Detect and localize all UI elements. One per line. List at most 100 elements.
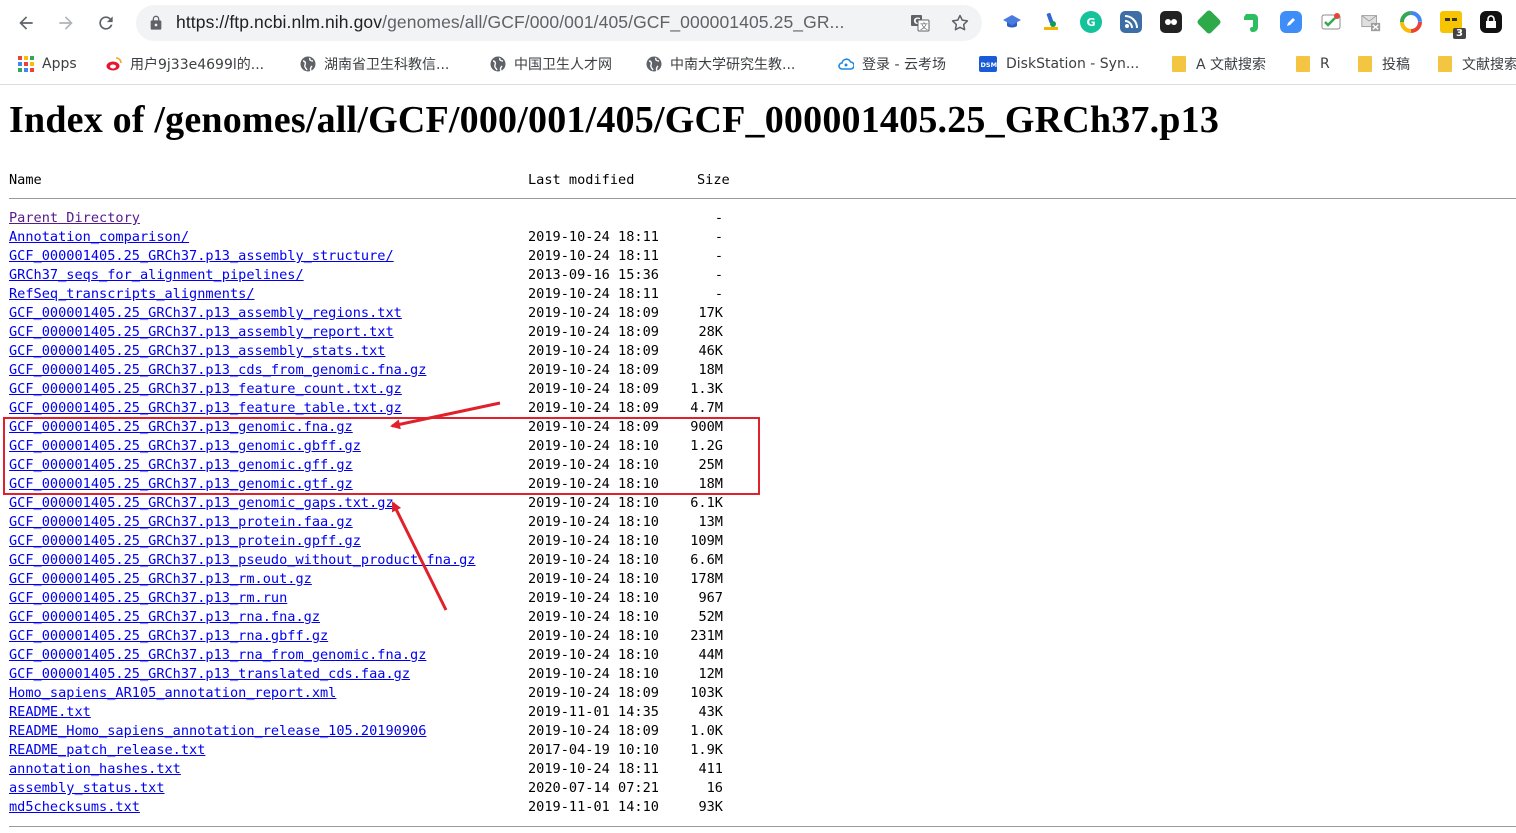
page-content: Index of /genomes/all/GCF/000/001/405/GC… [0,86,1516,833]
file-link[interactable]: annotation_hashes.txt [9,761,181,777]
bookmark-diskstation[interactable]: DSM DiskStation - Syn... [978,52,1139,76]
translate-icon[interactable]: G文 [910,13,930,33]
bookmark-folder-literature[interactable]: 文献搜索 [1438,52,1516,76]
bookmark-folder-submission[interactable]: 投稿 [1358,52,1410,76]
microscope-icon[interactable] [1040,11,1062,33]
size-cell: 6.6M [690,552,723,568]
file-link[interactable]: GCF_000001405.25_GRCh37.p13_rna.gbff.gz [9,628,328,644]
file-link[interactable]: Parent Directory [9,210,140,226]
file-link[interactable]: README.txt [9,704,91,720]
listing-row: GCF_000001405.25_GRCh37.p13_assembly_rep… [9,324,723,343]
evernote-icon[interactable] [1240,11,1262,33]
back-button[interactable] [12,9,40,37]
file-link[interactable]: assembly_status.txt [9,780,165,796]
last-modified-cell: 2019-10-24 18:09 [528,723,659,739]
bookmark-hunan-health[interactable]: 湖南省卫生科教信... [300,52,449,76]
bookmark-label: 投稿 [1382,57,1410,73]
bookmark-label: DiskStation - Syn... [1006,56,1140,72]
file-link[interactable]: GCF_000001405.25_GRCh37.p13_rna_from_gen… [9,647,426,663]
svg-text:文: 文 [920,21,928,31]
mail-disabled-icon[interactable] [1360,11,1382,33]
edit-note-icon[interactable] [1280,11,1302,33]
last-modified-cell: 2019-10-24 18:09 [528,362,659,378]
star-bookmark-icon[interactable] [950,13,970,33]
file-link[interactable]: README_Homo_sapiens_annotation_release_1… [9,723,426,739]
bookmark-label: 湖南省卫生科教信... [324,57,450,73]
folder-icon [1438,56,1452,72]
checklist-icon[interactable] [1320,11,1342,33]
globe-icon [490,56,506,72]
listing-row: assembly_status.txt 2020-07-14 07:21 16 [9,780,723,799]
last-modified-cell: 2019-10-24 18:10 [528,571,659,587]
size-cell: 12M [698,666,723,682]
globe-icon [300,56,316,72]
tampermonkey-icon[interactable] [1160,11,1182,33]
grammarly-icon[interactable]: G [1080,11,1102,33]
file-link[interactable]: GCF_000001405.25_GRCh37.p13_feature_tabl… [9,400,402,416]
file-link[interactable]: GCF_000001405.25_GRCh37.p13_assembly_reg… [9,305,402,321]
bookmark-apps[interactable]: Apps [18,52,77,76]
last-modified-cell: 2019-10-24 18:10 [528,495,659,511]
file-link[interactable]: GRCh37_seqs_for_alignment_pipelines/ [9,267,304,283]
last-modified-cell: 2019-10-24 18:11 [528,286,659,302]
forward-button[interactable] [52,9,80,37]
file-link[interactable]: GCF_000001405.25_GRCh37.p13_assembly_sta… [9,343,385,359]
file-link[interactable]: GCF_000001405.25_GRCh37.p13_translated_c… [9,666,410,682]
bookmark-china-health-talent[interactable]: 中国卫生人才网 [490,52,612,76]
bookmark-folder-r[interactable]: R [1296,52,1330,76]
file-link[interactable]: GCF_000001405.25_GRCh37.p13_pseudo_witho… [9,552,476,568]
file-link[interactable]: GCF_000001405.25_GRCh37.p13_assembly_rep… [9,324,394,340]
file-link[interactable]: GCF_000001405.25_GRCh37.p13_assembly_str… [9,248,394,264]
file-link[interactable]: GCF_000001405.25_GRCh37.p13_feature_coun… [9,381,402,397]
globe-icon [646,56,662,72]
reload-button[interactable] [92,9,120,37]
graduation-cap-icon[interactable] [1001,11,1023,33]
file-link[interactable]: Annotation_comparison/ [9,229,189,245]
color-wheel-icon[interactable] [1400,11,1422,33]
last-modified-cell: 2019-10-24 18:10 [528,647,659,663]
listing-row: RefSeq_transcripts_alignments/2019-10-24… [9,286,723,305]
bookmark-folder-literature-a[interactable]: A 文献搜索 [1172,52,1266,76]
feedly-icon[interactable] [1196,9,1222,35]
file-link[interactable]: RefSeq_transcripts_alignments/ [9,286,255,302]
svg-text:DSM: DSM [981,61,998,69]
last-modified-cell: 2019-10-24 18:09 [528,343,659,359]
last-modified-cell: 2019-10-24 18:10 [528,533,659,549]
lock-app-icon[interactable] [1480,11,1502,33]
last-modified-cell: 2019-10-24 18:10 [528,609,659,625]
file-link[interactable]: GCF_000001405.25_GRCh37.p13_cds_from_gen… [9,362,426,378]
url-text[interactable]: https://ftp.ncbi.nlm.nih.gov/genomes/all… [176,12,844,33]
bookmark-csu-graduate[interactable]: 中南大学研究生教... [646,52,795,76]
bookmark-cloud-exam[interactable]: 登录 - 云考场 [838,52,946,76]
size-cell: - [714,267,723,283]
address-bar[interactable]: https://ftp.ncbi.nlm.nih.gov/genomes/all… [136,5,982,41]
column-header-size: Size [697,172,730,188]
listing-row: GCF_000001405.25_GRCh37.p13_rna.fna.gz 20… [9,609,723,628]
sticky-notes-icon[interactable]: 3 [1440,11,1466,39]
size-cell: 1.9K [690,742,723,758]
cloud-icon [838,58,854,70]
bookmarks-bar: Apps 用户9j33e4699l的... 湖南省卫生科教信... 中国卫生人才… [0,46,1516,85]
file-link[interactable]: Homo_sapiens_AR105_annotation_report.xml [9,685,336,701]
rss-reader-icon[interactable] [1120,11,1142,33]
lock-icon [150,15,162,30]
bookmark-label: 中国卫生人才网 [514,57,612,73]
file-link[interactable]: GCF_000001405.25_GRCh37.p13_protein.gpff… [9,533,361,549]
file-link[interactable]: md5checksums.txt [9,799,140,815]
file-link[interactable]: README_patch_release.txt [9,742,205,758]
page-title: Index of /genomes/all/GCF/000/001/405/GC… [9,99,1220,141]
url-path: /genomes/all/GCF/000/001/405/GCF_0000014… [382,12,845,32]
last-modified-cell: 2019-10-24 18:09 [528,305,659,321]
header-divider [9,198,1516,199]
file-link[interactable]: GCF_000001405.25_GRCh37.p13_protein.faa.… [9,514,353,530]
file-link[interactable]: GCF_000001405.25_GRCh37.p13_rna.fna.gz [9,609,320,625]
size-cell: 109M [690,533,723,549]
last-modified-cell: 2019-10-24 18:11 [528,229,659,245]
size-cell: 231M [690,628,723,644]
bookmark-weibo[interactable]: 用户9j33e4699l的... [106,52,264,76]
last-modified-cell: 2019-10-24 18:10 [528,514,659,530]
file-link[interactable]: GCF_000001405.25_GRCh37.p13_rm.out.gz [9,571,312,587]
folder-icon [1296,56,1310,72]
file-link[interactable]: GCF_000001405.25_GRCh37.p13_rm.run [9,590,287,606]
file-link[interactable]: GCF_000001405.25_GRCh37.p13_genomic_gaps… [9,495,394,511]
